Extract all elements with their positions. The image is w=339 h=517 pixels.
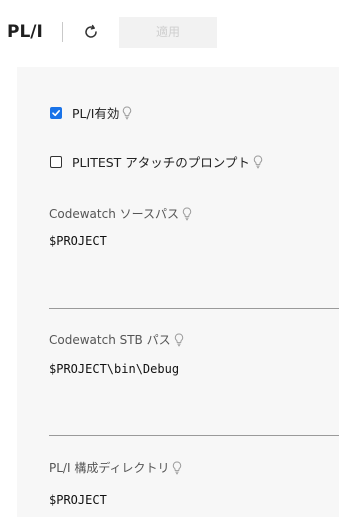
settings-panel: PL/I有効 PLITEST アタッチのプロンプト Codewatch ソースパ… [17,67,339,517]
pli-enabled-checkbox[interactable] [50,106,62,119]
codewatch-stb-path-input[interactable]: $PROJECT\bin\Debug [49,362,179,376]
checkmark-icon [52,109,60,116]
codewatch-source-path-input[interactable]: $PROJECT [49,234,107,248]
plitest-prompt-label: PLITEST アタッチのプロンプト [72,155,250,170]
codewatch-stb-path-label: Codewatch STB パス [49,333,171,347]
lightbulb-icon[interactable] [122,105,132,120]
codewatch-source-path-label-row: Codewatch ソースパス [49,205,192,222]
codewatch-source-path-label: Codewatch ソースパス [49,207,180,221]
pli-config-dir-input[interactable]: $PROJECT [49,493,107,507]
pli-config-dir-label: PL/I 構成ディレクトリ [49,461,170,475]
pli-config-dir-label-row: PL/I 構成ディレクトリ [49,459,182,476]
pli-enabled-label: PL/I有効 [72,106,120,121]
toolbar-divider [62,22,63,42]
codewatch-stb-path-label-row: Codewatch STB パス [49,331,184,348]
lightbulb-icon[interactable] [182,206,192,221]
apply-button[interactable]: 適用 [119,17,217,48]
pli-settings-window: PL/I 適用 PL/I有効 PLITEST アタッチのプロンプト Codewa… [0,0,339,517]
codewatch-stb-path-underline [49,435,339,436]
pli-enabled-row[interactable]: PL/I有効 [50,103,132,122]
lightbulb-icon[interactable] [172,460,182,475]
lightbulb-icon[interactable] [253,154,263,169]
refresh-button[interactable] [80,21,102,43]
toolbar: PL/I 適用 [0,0,339,64]
plitest-prompt-row[interactable]: PLITEST アタッチのプロンプト [50,152,263,171]
lightbulb-icon[interactable] [174,332,184,347]
plitest-prompt-checkbox[interactable] [50,155,62,168]
codewatch-source-path-underline [49,308,339,309]
refresh-icon [85,24,97,38]
page-title: PL/I [7,22,43,42]
